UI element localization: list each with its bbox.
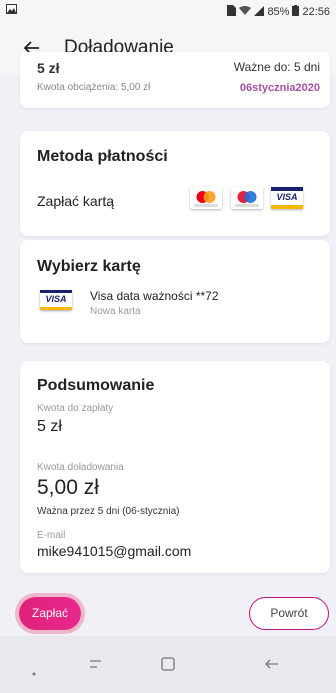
recent-apps-icon[interactable] [88, 656, 104, 677]
back-button[interactable]: Powrót [249, 597, 329, 630]
amount-to-pay-label: Kwota do zapłaty [37, 403, 114, 414]
battery-percent: 85% [267, 6, 290, 18]
summary-title: Podsumowanie [37, 377, 155, 394]
charge-amount-label: Kwota obciążenia: 5,00 zł [37, 82, 151, 93]
visa-card-icon-text: VISA [45, 294, 67, 304]
payment-method-title: Metoda płatności [37, 148, 168, 165]
new-card-label[interactable]: Nowa karta [90, 306, 141, 317]
wifi-icon [239, 5, 252, 19]
content-scroll[interactable]: 5 zł Ważne do: 5 dni Kwota obciążenia: 5… [0, 52, 336, 604]
action-bar: Zapłać Powrót [0, 582, 336, 630]
pay-by-card-label[interactable]: Zapłać kartą [37, 193, 114, 209]
expiry-date: 06stycznia2020 [239, 82, 320, 94]
gallery-notification-icon [6, 4, 17, 17]
visa-logo-icon: VISA [271, 187, 303, 209]
mastercard-logo-icon [190, 187, 222, 209]
home-icon[interactable] [160, 656, 176, 677]
topup-amount-value: 5,00 zł [37, 476, 99, 499]
status-bar: 85% 22:56 [0, 0, 336, 24]
topup-amount-label: Kwota doładowania [37, 462, 124, 473]
visa-logo-text: VISA [276, 192, 298, 202]
payment-method-card: Metoda płatności Zapłać kartą VISA [20, 131, 330, 236]
saved-card-name[interactable]: Visa data ważności **72 [90, 289, 219, 303]
summary-card: Podsumowanie Kwota do zapłaty 5 zł Kwota… [20, 361, 330, 573]
system-nav-bar [0, 636, 336, 693]
nav-dot-icon[interactable] [32, 663, 36, 681]
sim-icon [227, 5, 237, 19]
choose-card-title: Wybierz kartę [37, 258, 141, 275]
email-value: mike941015@gmail.com [37, 543, 192, 559]
back-nav-icon[interactable] [264, 656, 280, 677]
validity-text: Ważna przez 5 dni (06-stycznia) [37, 506, 180, 517]
amount-to-pay-value: 5 zł [37, 418, 62, 435]
validity-partial: Ważne do: 5 dni [233, 60, 320, 74]
topup-summary-card: 5 zł Ważne do: 5 dni Kwota obciążenia: 5… [20, 52, 330, 108]
choose-card-section: Wybierz kartę VISA Visa data ważności **… [20, 240, 330, 343]
battery-icon [292, 5, 300, 19]
pay-button[interactable]: Zapłać [19, 597, 81, 630]
topup-amount-partial: 5 zł [37, 60, 60, 76]
email-label: E-mail [37, 530, 66, 541]
maestro-logo-icon [231, 187, 263, 209]
signal-icon [254, 5, 265, 19]
clock: 22:56 [302, 6, 330, 18]
visa-card-icon: VISA [40, 290, 72, 310]
